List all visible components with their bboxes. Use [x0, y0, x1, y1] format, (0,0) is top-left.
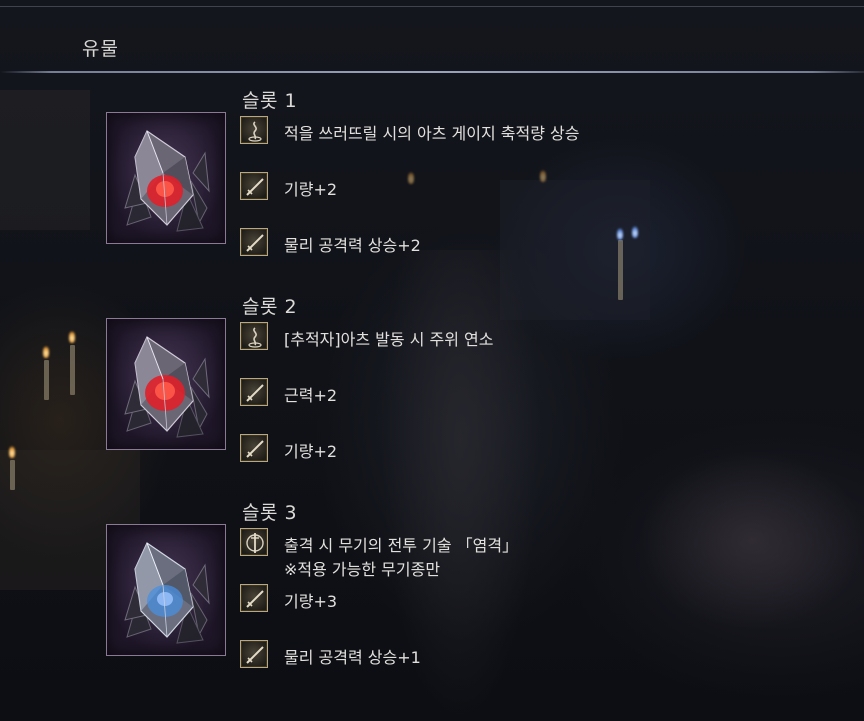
- sword-icon: [240, 434, 268, 462]
- header: 유물: [0, 22, 864, 73]
- arts-icon: [240, 116, 268, 144]
- effect-text: [추적자]아츠 발동 시 주위 연소: [284, 330, 494, 349]
- effect-text: 기량+2: [284, 180, 338, 199]
- skill-icon: [240, 528, 268, 556]
- effect-note: ※적용 가능한 무기종만: [284, 560, 441, 579]
- sword-icon: [240, 228, 268, 256]
- arts-icon: [240, 322, 268, 350]
- effect-text: 근력+2: [284, 386, 338, 405]
- top-divider: [0, 6, 864, 7]
- red-relic-icon[interactable]: [106, 112, 226, 244]
- relic-slot-1[interactable]: 슬롯 1 적을 쓰러뜨릴 시의 아츠 게이지 축적량 상승 기량+2 물리 공격…: [0, 86, 864, 286]
- sword-icon: [240, 172, 268, 200]
- relic-screen: 유물 슬롯 1 적을 쓰러뜨릴 시의 아츠 게이지 축적량 상승 기량+2 물리…: [0, 0, 864, 721]
- effect-text: 기량+2: [284, 442, 338, 461]
- blue-relic-icon[interactable]: [106, 524, 226, 656]
- relic-slot-3[interactable]: 슬롯 3 출격 시 무기의 전투 기술 「염격」 ※적용 가능한 무기종만 기량…: [0, 498, 864, 698]
- slot-title: 슬롯 1: [242, 90, 298, 112]
- effect-text: 적을 쓰러뜨릴 시의 아츠 게이지 축적량 상승: [284, 124, 580, 143]
- effect-text: 출격 시 무기의 전투 기술 「염격」: [284, 536, 519, 555]
- slot-title: 슬롯 3: [242, 502, 298, 524]
- relic-slot-2[interactable]: 슬롯 2 [추적자]아츠 발동 시 주위 연소 근력+2 기량+2: [0, 292, 864, 492]
- header-divider: [0, 71, 864, 73]
- page-title: 유물: [82, 38, 119, 60]
- sword-icon: [240, 584, 268, 612]
- effect-text: 물리 공격력 상승+2: [284, 236, 421, 255]
- slot-title: 슬롯 2: [242, 296, 298, 318]
- effect-text: 기량+3: [284, 592, 338, 611]
- red-relic-icon[interactable]: [106, 318, 226, 450]
- effect-text: 물리 공격력 상승+1: [284, 648, 421, 667]
- sword-icon: [240, 640, 268, 668]
- sword-icon: [240, 378, 268, 406]
